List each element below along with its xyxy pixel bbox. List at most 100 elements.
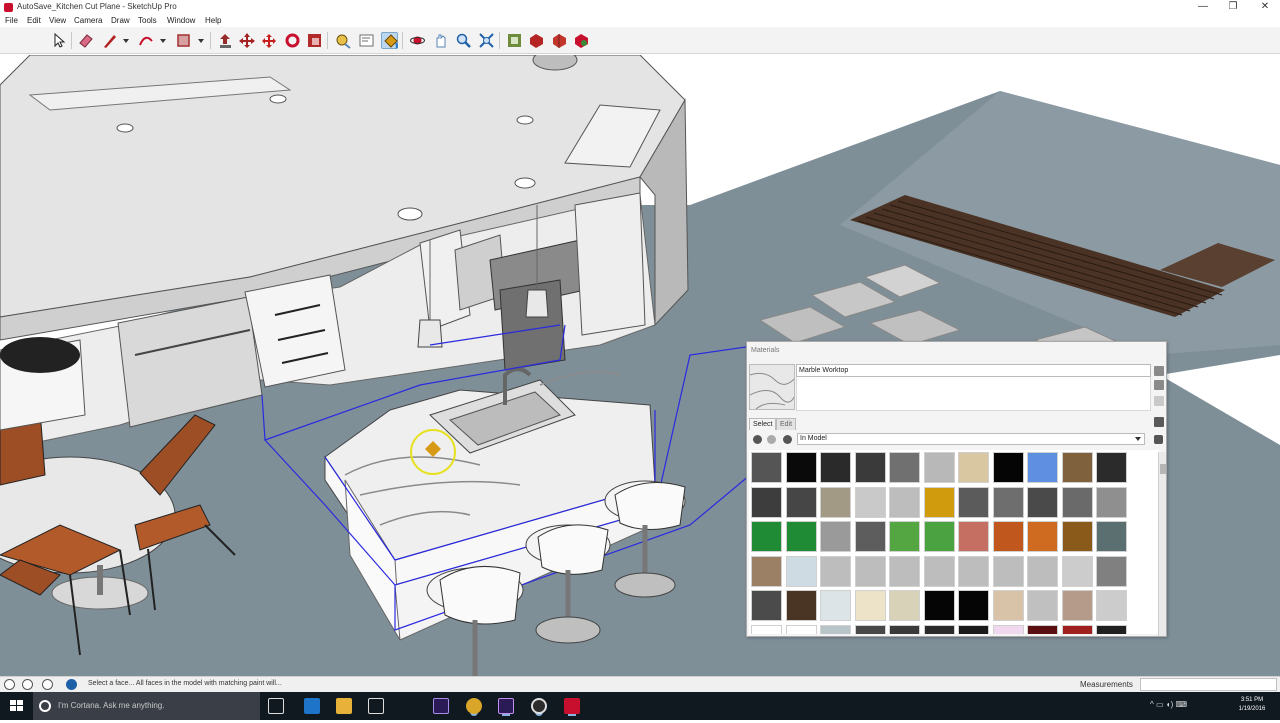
store-icon[interactable] (368, 698, 384, 714)
sketchup-icon[interactable] (564, 698, 580, 714)
pencil-dropdown-caret[interactable] (123, 39, 129, 43)
instructor-icon[interactable] (66, 679, 77, 690)
material-swatch[interactable] (923, 486, 955, 518)
zoom-extents-icon[interactable] (478, 32, 495, 49)
material-swatch[interactable] (958, 452, 989, 483)
material-swatch[interactable] (992, 624, 1024, 634)
rectangle-dropdown-caret[interactable] (198, 39, 204, 43)
menu-camera[interactable]: Camera (74, 16, 102, 25)
default-material-icon[interactable] (1154, 396, 1164, 406)
material-swatch[interactable] (751, 521, 782, 552)
material-swatch[interactable] (785, 555, 817, 587)
scale-icon[interactable] (284, 32, 301, 49)
material-swatch[interactable] (751, 452, 782, 483)
material-swatch[interactable] (1027, 486, 1058, 518)
material-swatch[interactable] (889, 624, 920, 634)
material-swatch[interactable] (751, 590, 782, 621)
rectangle-icon[interactable] (175, 32, 192, 49)
close-button[interactable]: ✕ (1250, 0, 1280, 15)
geo-location-icon[interactable] (4, 679, 15, 690)
layout-icon[interactable] (551, 32, 568, 49)
material-swatch[interactable] (1096, 521, 1127, 552)
material-swatch[interactable] (751, 486, 782, 518)
task-view-icon[interactable] (268, 698, 284, 714)
obs-icon[interactable] (531, 698, 547, 714)
file-explorer-icon[interactable] (336, 698, 352, 714)
material-swatch[interactable] (785, 486, 817, 518)
material-swatch[interactable] (1096, 590, 1127, 621)
arc-dropdown-caret[interactable] (160, 39, 166, 43)
material-swatch[interactable] (923, 452, 955, 483)
material-swatch[interactable] (785, 452, 817, 483)
orbit-icon[interactable] (409, 32, 426, 49)
back-icon[interactable] (753, 435, 762, 444)
material-swatch[interactable] (889, 555, 920, 587)
modeling-viewport[interactable]: Materials Marble Worktop Select Edit In … (0, 55, 1280, 676)
material-swatch[interactable] (1027, 555, 1058, 587)
rotate-icon[interactable] (261, 32, 278, 49)
minimize-button[interactable]: — (1188, 0, 1218, 15)
menu-help[interactable]: Help (205, 16, 221, 25)
material-swatch[interactable] (1061, 624, 1093, 634)
after-effects-icon[interactable] (498, 698, 514, 714)
extension-manager-icon[interactable] (573, 32, 590, 49)
material-swatch-grid[interactable] (749, 450, 1159, 634)
details-icon[interactable] (1154, 435, 1163, 444)
arc-icon[interactable] (137, 32, 154, 49)
material-swatch[interactable] (923, 555, 955, 587)
library-select[interactable]: In Model (797, 433, 1145, 445)
extension-warehouse-icon[interactable] (528, 32, 545, 49)
pan-icon[interactable] (432, 32, 449, 49)
select-icon[interactable] (49, 32, 66, 49)
materials-panel[interactable]: Materials Marble Worktop Select Edit In … (746, 341, 1167, 637)
material-swatch[interactable] (785, 624, 817, 634)
material-swatch[interactable] (923, 590, 955, 621)
material-swatch[interactable] (854, 521, 886, 552)
maximize-button[interactable]: ❐ (1218, 0, 1248, 15)
material-swatch[interactable] (889, 590, 920, 621)
zoom-icon[interactable] (455, 32, 472, 49)
material-swatch[interactable] (854, 555, 886, 587)
material-swatch[interactable] (958, 590, 989, 621)
material-swatch[interactable] (751, 624, 782, 634)
start-button[interactable] (0, 692, 33, 720)
edge-icon[interactable] (304, 698, 320, 714)
forward-icon[interactable] (767, 435, 776, 444)
material-swatch[interactable] (1061, 521, 1093, 552)
material-swatch[interactable] (992, 590, 1024, 621)
material-swatch[interactable] (751, 555, 782, 587)
material-swatch[interactable] (923, 521, 955, 552)
taskbar-clock[interactable]: 3:51 PM 1/19/2016 (1230, 696, 1274, 714)
material-swatch[interactable] (992, 555, 1024, 587)
display-secondary-icon[interactable] (1154, 366, 1164, 376)
menu-draw[interactable]: Draw (111, 16, 130, 25)
tape-measure-icon[interactable] (334, 32, 351, 49)
material-swatch[interactable] (785, 521, 817, 552)
material-swatch[interactable] (1061, 590, 1093, 621)
tab-edit[interactable]: Edit (776, 418, 797, 430)
pencil-icon[interactable] (101, 32, 118, 49)
material-swatch[interactable] (958, 486, 989, 518)
text-icon[interactable] (358, 32, 375, 49)
material-swatch[interactable] (820, 555, 851, 587)
material-swatch[interactable] (1096, 624, 1127, 634)
home-icon[interactable] (783, 435, 792, 444)
3d-warehouse-icon[interactable] (506, 32, 523, 49)
premiere-icon[interactable] (433, 698, 449, 714)
material-swatch[interactable] (854, 624, 886, 634)
material-swatch[interactable] (820, 452, 851, 483)
scrollbar-thumb[interactable] (1160, 464, 1166, 474)
material-swatch[interactable] (958, 521, 989, 552)
material-swatch[interactable] (1027, 624, 1058, 634)
material-swatch[interactable] (958, 624, 989, 634)
material-swatch[interactable] (854, 452, 886, 483)
tab-select[interactable]: Select (749, 418, 777, 430)
chrome-icon[interactable] (466, 698, 482, 714)
move-icon[interactable] (239, 32, 256, 49)
menu-view[interactable]: View (49, 16, 66, 25)
material-swatch[interactable] (785, 590, 817, 621)
user-icon[interactable] (42, 679, 53, 690)
material-swatch[interactable] (923, 624, 955, 634)
material-swatch[interactable] (1061, 555, 1093, 587)
material-swatch[interactable] (889, 452, 920, 483)
